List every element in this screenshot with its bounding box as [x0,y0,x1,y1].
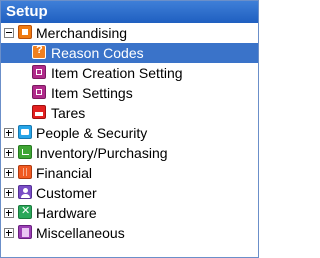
tree-item-tares[interactable]: Tares [1,103,258,123]
tree-item-people-security[interactable]: People & Security [1,123,258,143]
customer-icon [18,185,32,199]
expand-icon[interactable] [4,208,14,218]
tree-item-hardware[interactable]: Hardware [1,203,258,223]
tares-icon [32,105,46,119]
tree-item-item-creation-setting[interactable]: Item Creation Setting [1,63,258,83]
box-icon [32,85,46,99]
setup-panel: Setup Merchandising Reason Codes Item Cr… [0,0,259,258]
setup-tree[interactable]: Merchandising Reason Codes Item Creation… [1,23,258,243]
tree-item-miscellaneous[interactable]: Miscellaneous [1,223,258,243]
expand-icon[interactable] [4,148,14,158]
tree-item-financial[interactable]: Financial [1,163,258,183]
tree-item-inventory-purchasing[interactable]: Inventory/Purchasing [1,143,258,163]
expand-icon[interactable] [4,188,14,198]
tree-item-label: Miscellaneous [36,225,125,241]
tree-item-label: Item Settings [51,85,133,101]
tree-item-reason-codes[interactable]: Reason Codes [1,43,258,63]
reason-codes-icon [32,44,46,59]
box-icon [32,65,46,79]
tree-item-merchandising[interactable]: Merchandising [1,23,258,43]
tree-item-label: Financial [36,165,93,181]
expand-icon[interactable] [4,168,14,178]
collapse-icon[interactable] [4,28,14,38]
inventory-icon [18,145,32,159]
expand-icon[interactable] [4,128,14,138]
folder-icon [18,25,32,39]
tree-item-label: Reason Codes [51,45,144,61]
people-icon [18,125,32,139]
financial-icon [18,165,32,179]
miscellaneous-icon [18,225,32,239]
tree-item-customer[interactable]: Customer [1,183,258,203]
tree-item-item-settings[interactable]: Item Settings [1,83,258,103]
tree-item-label: Hardware [36,205,97,221]
tree-item-label: Merchandising [36,25,128,41]
expand-icon[interactable] [4,228,14,238]
tree-item-label: Customer [36,185,97,201]
tree-item-label: People & Security [36,125,148,141]
tree-item-label: Inventory/Purchasing [36,145,168,161]
hardware-icon [18,204,32,219]
tree-item-label: Tares [51,105,86,121]
panel-title: Setup [1,1,258,23]
tree-item-label: Item Creation Setting [51,65,183,81]
